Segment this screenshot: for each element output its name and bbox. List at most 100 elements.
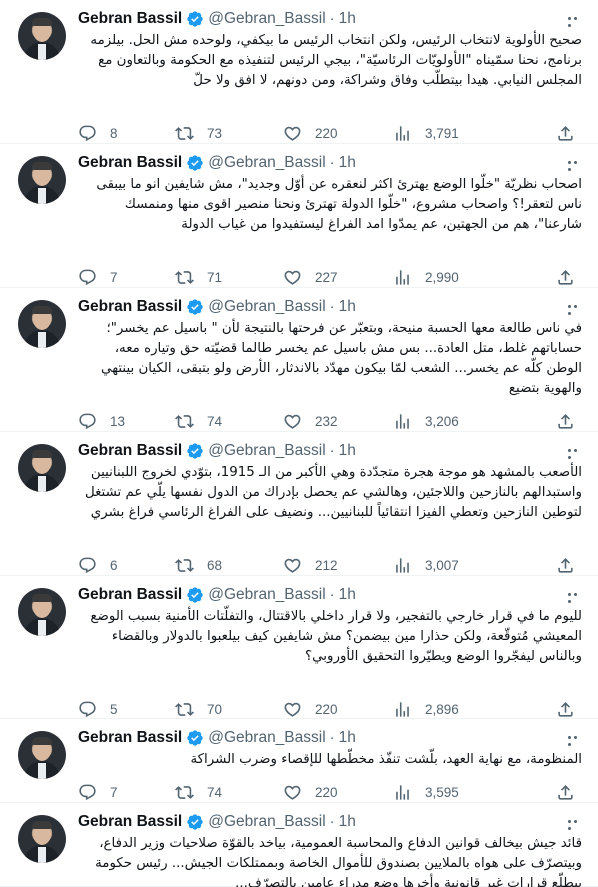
reply-button[interactable]: 13 <box>78 411 175 431</box>
avatar[interactable] <box>18 815 66 863</box>
tweet-timestamp[interactable]: 1h <box>339 585 356 605</box>
share-button[interactable] <box>556 123 576 143</box>
avatar[interactable] <box>18 444 66 492</box>
tweet-timestamp[interactable]: 1h <box>339 153 356 173</box>
separator-dot: · <box>329 298 335 315</box>
author-handle[interactable]: @Gebran_Bassil <box>208 441 325 461</box>
reply-button[interactable]: 7 <box>78 782 175 802</box>
retweet-button[interactable]: 71 <box>175 267 283 287</box>
reply-button[interactable]: 8 <box>78 123 175 143</box>
share-button[interactable] <box>556 267 576 287</box>
author-name[interactable]: Gebran Bassil <box>78 812 182 832</box>
views-chart-icon <box>396 701 409 717</box>
more-options-icon[interactable] <box>566 732 584 747</box>
reply-button[interactable]: 6 <box>78 555 175 575</box>
views-button[interactable]: 3,791 <box>393 123 513 143</box>
retweet-button[interactable]: 74 <box>175 411 283 431</box>
avatar[interactable] <box>18 731 66 779</box>
tweet-text: قائد جيش بيخالف قوانين الدفاع والمحاسبة … <box>95 836 582 887</box>
separator-dot: · <box>329 10 335 27</box>
like-button[interactable]: 220 <box>283 699 393 719</box>
more-options-icon[interactable] <box>566 589 584 604</box>
retweet-count: 74 <box>207 413 223 429</box>
author-name[interactable]: Gebran Bassil <box>78 9 182 29</box>
share-button[interactable] <box>556 782 576 802</box>
author-name[interactable]: Gebran Bassil <box>78 297 182 317</box>
avatar[interactable] <box>18 12 66 60</box>
retweet-button[interactable]: 74 <box>175 782 283 802</box>
tweet-timestamp[interactable]: 1h <box>339 441 356 461</box>
tweet-actions: 13 74 232 3,206 <box>78 411 576 431</box>
more-options-icon[interactable] <box>566 445 584 460</box>
like-button[interactable]: 227 <box>283 267 393 287</box>
tweet-actions: 6 68 212 3,007 <box>78 555 576 575</box>
views-button[interactable]: 3,206 <box>393 411 513 431</box>
retweet-button[interactable]: 70 <box>175 699 283 719</box>
reply-button[interactable]: 7 <box>78 267 175 287</box>
author-name[interactable]: Gebran Bassil <box>78 441 182 461</box>
views-chart-icon <box>396 557 409 573</box>
verified-badge-icon <box>187 155 203 171</box>
verified-badge-icon <box>187 730 203 746</box>
tweet[interactable]: Gebran Bassil @Gebran_Bassil · 1h صحيح ا… <box>0 0 598 144</box>
separator-dot: · <box>329 813 335 830</box>
share-icon <box>558 413 573 429</box>
like-count: 232 <box>315 413 338 429</box>
verified-badge-icon <box>187 299 203 315</box>
tweet[interactable]: Gebran Bassil @Gebran_Bassil · 1h المنظو… <box>0 719 598 803</box>
tweet-header: Gebran Bassil @Gebran_Bassil · 1h <box>78 811 586 833</box>
author-handle[interactable]: @Gebran_Bassil <box>208 9 325 29</box>
author-name[interactable]: Gebran Bassil <box>78 585 182 605</box>
author-handle[interactable]: @Gebran_Bassil <box>208 812 325 832</box>
reply-button[interactable]: 5 <box>78 699 175 719</box>
avatar[interactable] <box>18 300 66 348</box>
views-chart-icon <box>396 784 409 800</box>
share-button[interactable] <box>556 411 576 431</box>
tweet-actions: 8 73 220 3,791 <box>78 123 576 143</box>
author-handle[interactable]: @Gebran_Bassil <box>208 585 325 605</box>
tweet-timestamp[interactable]: 1h <box>339 9 356 29</box>
tweet[interactable]: Gebran Bassil @Gebran_Bassil · 1h في ناس… <box>0 288 598 432</box>
verified-badge-icon <box>187 11 203 27</box>
heart-icon <box>284 414 301 429</box>
tweet-header: Gebran Bassil @Gebran_Bassil · 1h <box>78 584 586 606</box>
tweet-timestamp[interactable]: 1h <box>339 812 356 832</box>
like-button[interactable]: 220 <box>283 123 393 143</box>
like-button[interactable]: 232 <box>283 411 393 431</box>
author-handle[interactable]: @Gebran_Bassil <box>208 728 325 748</box>
views-button[interactable]: 3,595 <box>393 782 513 802</box>
author-handle[interactable]: @Gebran_Bassil <box>208 153 325 173</box>
views-button[interactable]: 3,007 <box>393 555 513 575</box>
more-options-icon[interactable] <box>566 157 584 172</box>
author-name[interactable]: Gebran Bassil <box>78 728 182 748</box>
reply-icon <box>79 557 96 573</box>
tweet-timestamp[interactable]: 1h <box>339 728 356 748</box>
author-name[interactable]: Gebran Bassil <box>78 153 182 173</box>
share-button[interactable] <box>556 699 576 719</box>
tweet[interactable]: Gebran Bassil @Gebran_Bassil · 1h قائد ج… <box>0 803 598 887</box>
tweet[interactable]: Gebran Bassil @Gebran_Bassil · 1h لليوم … <box>0 576 598 719</box>
tweet-timestamp[interactable]: 1h <box>339 297 356 317</box>
tweet[interactable]: Gebran Bassil @Gebran_Bassil · 1h الأصعب… <box>0 432 598 576</box>
tweet-text: صحيح الأولوية لانتخاب الرئيس، ولكن انتخا… <box>90 33 582 88</box>
like-button[interactable]: 220 <box>283 782 393 802</box>
views-button[interactable]: 2,990 <box>393 267 513 287</box>
author-handle[interactable]: @Gebran_Bassil <box>208 297 325 317</box>
more-options-icon[interactable] <box>566 13 584 28</box>
more-options-icon[interactable] <box>566 816 584 831</box>
share-icon <box>558 784 573 800</box>
retweet-button[interactable]: 68 <box>175 555 283 575</box>
tweet-header: Gebran Bassil @Gebran_Bassil · 1h <box>78 440 586 462</box>
avatar[interactable] <box>18 156 66 204</box>
views-button[interactable]: 2,896 <box>393 699 513 719</box>
avatar[interactable] <box>18 588 66 636</box>
heart-icon <box>284 702 301 717</box>
tweet[interactable]: Gebran Bassil @Gebran_Bassil · 1h اصحاب … <box>0 144 598 288</box>
more-options-icon[interactable] <box>566 301 584 316</box>
views-count: 3,595 <box>425 784 459 800</box>
tweet-header: Gebran Bassil @Gebran_Bassil · 1h <box>78 727 586 749</box>
share-button[interactable] <box>556 555 576 575</box>
reply-count: 13 <box>110 413 126 429</box>
retweet-button[interactable]: 73 <box>175 123 283 143</box>
like-button[interactable]: 212 <box>283 555 393 575</box>
